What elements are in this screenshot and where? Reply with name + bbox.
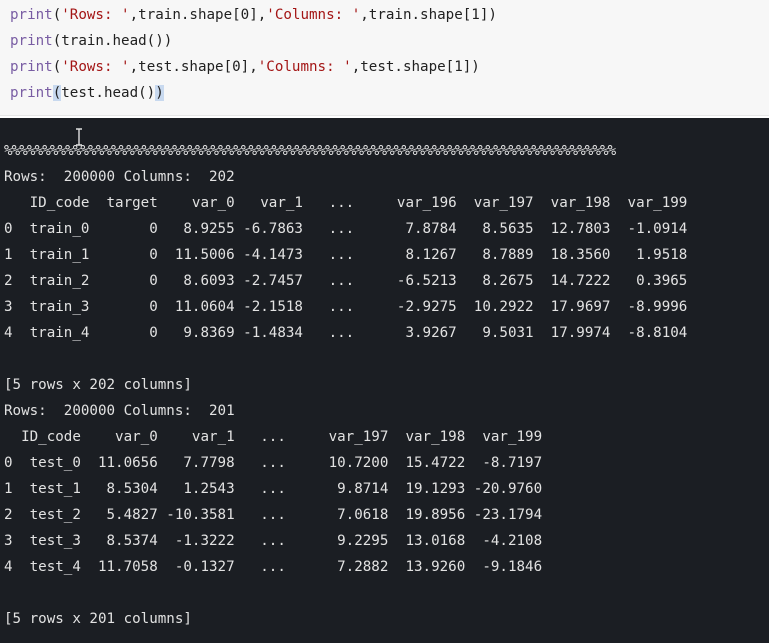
code-line-2[interactable]: print(train.head()) (10, 28, 172, 54)
print-keyword: print (10, 33, 53, 49)
table-row: 1 test_1 8.5304 1.2543 ... 9.8714 19.129… (4, 481, 543, 497)
table-row: 1 train_1 0 11.5006 -4.1473 ... 8.1267 8… (4, 247, 688, 263)
progress-line: %%%%%%%%%%%%%%%%%%%%%%%%%%%%%%%%%%%%%%%%… (4, 143, 616, 159)
string-literal: 'Columns: ' (266, 7, 361, 23)
bracket-match: ( (52, 85, 62, 101)
table-row: 3 train_3 0 11.0604 -2.1518 ... -2.9275 … (4, 299, 688, 315)
print-keyword: print (10, 59, 53, 75)
train-table-header: ID_code target var_0 var_1 ... var_196 v… (4, 195, 688, 211)
code-line-4[interactable]: print(test.head()) (10, 80, 164, 106)
print-keyword: print (10, 85, 53, 101)
table-row: 3 test_3 8.5374 -1.3222 ... 9.2295 13.01… (4, 533, 543, 549)
train-table-footer: [5 rows x 202 columns] (4, 377, 192, 393)
train-shape-text: Rows: 200000 Columns: 202 (4, 169, 235, 185)
cell-output: %%%%%%%%%%%%%%%%%%%%%%%%%%%%%%%%%%%%%%%%… (0, 118, 769, 643)
table-row: 4 test_4 11.7058 -0.1327 ... 7.2882 13.9… (4, 559, 543, 575)
test-table-header: ID_code var_0 var_1 ... var_197 var_198 … (4, 429, 543, 445)
test-shape-text: Rows: 200000 Columns: 201 (4, 403, 235, 419)
test-table-footer: [5 rows x 201 columns] (4, 611, 192, 627)
table-row: 0 train_0 0 8.9255 -6.7863 ... 7.8784 8.… (4, 221, 688, 237)
code-line-1[interactable]: print('Rows: ',train.shape[0],'Columns: … (10, 2, 497, 28)
string-literal: 'Rows: ' (61, 7, 130, 23)
table-row: 4 train_4 0 9.8369 -1.4834 ... 3.9267 9.… (4, 325, 688, 341)
table-row: 2 test_2 5.4827 -10.3581 ... 7.0618 19.8… (4, 507, 543, 523)
table-row: 2 train_2 0 8.6093 -2.7457 ... -6.5213 8… (4, 273, 688, 289)
print-keyword: print (10, 7, 53, 23)
table-row: 0 test_0 11.0656 7.7798 ... 10.7200 15.4… (4, 455, 543, 471)
string-literal: 'Rows: ' (61, 59, 130, 75)
code-line-3[interactable]: print('Rows: ',test.shape[0],'Columns: '… (10, 54, 480, 80)
string-literal: 'Columns: ' (257, 59, 352, 75)
code-cell[interactable]: print('Rows: ',train.shape[0],'Columns: … (0, 0, 769, 116)
bracket-match: ) (155, 85, 164, 101)
